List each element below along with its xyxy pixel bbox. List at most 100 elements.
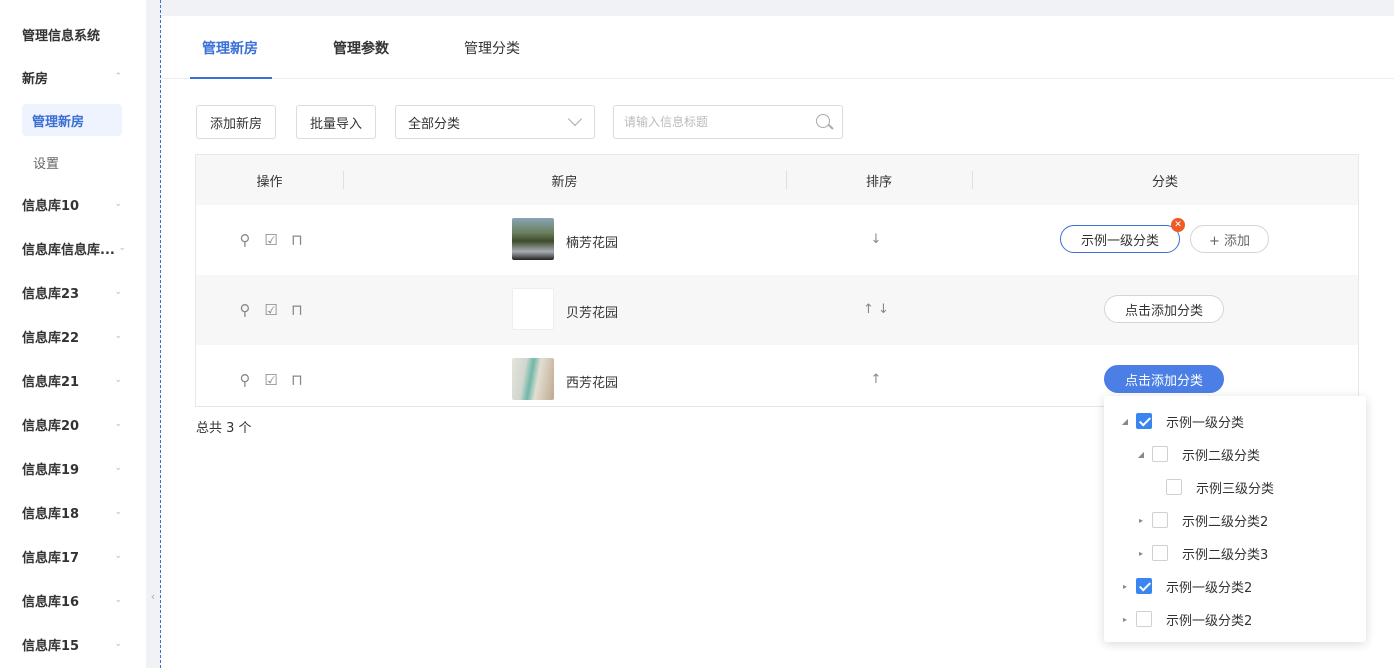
row-actions: ⚲ ☑ ⊓ [236, 371, 306, 389]
total-count: 总共 3 个 [196, 421, 252, 436]
active-tab-indicator [190, 77, 272, 79]
caret-right-icon[interactable]: ▸ [1120, 582, 1130, 591]
sidebar-item-label: 信息库20 [22, 418, 80, 434]
chevron-down-icon: ⌄ [114, 375, 122, 385]
checkbox-icon[interactable] [1152, 512, 1168, 528]
add-new-house-button[interactable]: 添加新房 [196, 105, 276, 139]
sidebar-item-lib20[interactable]: 信息库20 ⌄ [22, 407, 130, 441]
tab-bar: 管理新房 管理参数 管理分类 [161, 16, 1394, 79]
checkbox-icon[interactable] [1152, 446, 1168, 462]
main-panel: 管理新房 管理参数 管理分类 添加新房 批量导入 全部分类 操作 新房 排序 分… [161, 16, 1394, 668]
caret-right-icon[interactable]: ▸ [1120, 615, 1130, 624]
tree-item[interactable]: ▸ 示例一级分类2 [1120, 608, 1252, 630]
tree-item[interactable]: 示例三级分类 [1166, 476, 1274, 498]
chevron-down-icon: ⌄ [114, 287, 122, 297]
sidebar: 管理信息系统 新房 ⌃ 管理新房 设置 信息库10 ⌄ 信息库信息库... ⌄ 信息… [0, 0, 146, 668]
house-thumbnail [512, 218, 554, 260]
caret-right-icon[interactable]: ▸ [1136, 516, 1146, 525]
tab-manage-categories[interactable]: 管理分类 [464, 38, 520, 58]
close-icon[interactable]: ✕ [1171, 218, 1186, 232]
add-category-button[interactable]: + 添加 [1190, 225, 1270, 253]
column-header-actions: 操作 [256, 174, 283, 190]
sidebar-item-lib16[interactable]: 信息库16 ⌄ [22, 583, 130, 617]
sort-arrows[interactable]: ↑ [836, 372, 916, 387]
sidebar-item-lib19[interactable]: 信息库19 ⌄ [22, 451, 130, 485]
sidebar-item-lib22[interactable]: 信息库22 ⌄ [22, 319, 130, 353]
tree-item-label: 示例二级分类3 [1182, 547, 1269, 563]
search-input[interactable] [614, 106, 804, 138]
sort-arrows[interactable]: ↓ [836, 232, 916, 247]
chevron-down-icon: ⌄ [118, 243, 126, 253]
chevron-down-icon: ⌄ [114, 507, 122, 517]
delete-icon[interactable]: ⊓ [288, 371, 306, 389]
edit-icon[interactable]: ☑ [262, 371, 280, 389]
chevron-down-icon: ⌄ [114, 595, 122, 605]
sidebar-item-label: 信息库23 [22, 286, 80, 302]
house-name: 楠芳花园 [566, 236, 619, 251]
tree-item-label: 示例一级分类2 [1166, 613, 1253, 629]
chevron-down-icon: ⌄ [114, 463, 122, 473]
sidebar-item-lib23[interactable]: 信息库23 ⌄ [22, 275, 130, 309]
tree-item[interactable]: ▸ 示例二级分类3 [1136, 542, 1268, 564]
sidebar-item-lib10[interactable]: 信息库10 ⌄ [22, 187, 130, 221]
sidebar-item-manage-new-house[interactable]: 管理新房 [22, 104, 122, 136]
table-header: 操作 新房 排序 分类 [196, 155, 1358, 205]
chevron-up-icon: ⌃ [114, 72, 122, 82]
tab-manage-new-house[interactable]: 管理新房 [202, 38, 258, 58]
click-add-category-button[interactable]: 点击添加分类 [1104, 295, 1225, 323]
sidebar-section-label: 新房 [22, 71, 49, 87]
sidebar-item-settings[interactable]: 设置 [33, 146, 59, 178]
house-table: 操作 新房 排序 分类 ⚲ ☑ ⊓ 楠芳花园 ↓ 示例一级分类 ✕ + 添加 ⚲… [195, 154, 1359, 407]
chevron-down-icon: ⌄ [114, 199, 122, 209]
tree-item-label: 示例三级分类 [1196, 481, 1275, 497]
sidebar-item-lib17[interactable]: 信息库17 ⌄ [22, 539, 130, 573]
checkbox-icon[interactable] [1152, 545, 1168, 561]
house-thumbnail [512, 358, 554, 400]
row-actions: ⚲ ☑ ⊓ [236, 301, 306, 319]
sidebar-section-new-house[interactable]: 新房 ⌃ [22, 60, 130, 94]
collapse-sidebar-icon[interactable]: ‹ [146, 578, 160, 614]
tree-item[interactable]: ◢ 示例一级分类 [1120, 410, 1244, 432]
column-header-sort: 排序 [865, 174, 892, 190]
checkbox-icon[interactable] [1136, 413, 1152, 429]
category-cell: 示例一级分类 ✕ + 添加 [1060, 218, 1270, 253]
category-select-value: 全部分类 [408, 116, 461, 132]
category-cell: 点击添加分类 [1104, 365, 1225, 393]
sidebar-item-lib21[interactable]: 信息库21 ⌄ [22, 363, 130, 397]
category-tag[interactable]: 示例一级分类 ✕ [1060, 218, 1186, 253]
checkbox-icon[interactable] [1136, 611, 1152, 627]
caret-right-icon[interactable]: ▸ [1136, 549, 1146, 558]
edit-icon[interactable]: ☑ [262, 231, 280, 249]
tree-item-label: 示例二级分类 [1182, 448, 1261, 464]
tree-item[interactable]: ▸ 示例一级分类2 [1120, 575, 1252, 597]
checkbox-icon[interactable] [1136, 578, 1152, 594]
click-add-category-button-active[interactable]: 点击添加分类 [1104, 365, 1225, 393]
delete-icon[interactable]: ⊓ [288, 231, 306, 249]
category-select[interactable]: 全部分类 [395, 105, 595, 139]
search-icon[interactable] [816, 114, 830, 128]
edit-icon[interactable]: ☑ [262, 301, 280, 319]
delete-icon[interactable]: ⊓ [288, 301, 306, 319]
chevron-down-icon: ⌄ [114, 331, 122, 341]
search-icon[interactable]: ⚲ [236, 231, 254, 249]
batch-import-button[interactable]: 批量导入 [296, 105, 376, 139]
sort-arrows[interactable]: ↑ ↓ [836, 302, 916, 317]
search-icon[interactable]: ⚲ [236, 371, 254, 389]
caret-down-icon[interactable]: ◢ [1120, 417, 1130, 426]
category-cell: 点击添加分类 [1104, 295, 1225, 323]
chevron-down-icon: ⌄ [114, 419, 122, 429]
house-thumbnail [512, 288, 554, 330]
sidebar-item-lib-long[interactable]: 信息库信息库... ⌄ [22, 231, 130, 265]
sidebar-item-lib18[interactable]: 信息库18 ⌄ [22, 495, 130, 529]
tab-manage-params[interactable]: 管理参数 [333, 38, 389, 58]
checkbox-icon[interactable] [1166, 479, 1182, 495]
sidebar-item-lib15[interactable]: 信息库15 ⌄ [22, 627, 130, 661]
sidebar-item-label: 信息库17 [22, 550, 80, 566]
search-icon[interactable]: ⚲ [236, 301, 254, 319]
tree-item[interactable]: ◢ 示例二级分类 [1136, 443, 1260, 465]
tree-item[interactable]: ▸ 示例二级分类2 [1136, 509, 1268, 531]
sidebar-item-label: 信息库21 [22, 374, 80, 390]
tree-item-label: 示例二级分类2 [1182, 514, 1269, 530]
caret-down-icon[interactable]: ◢ [1136, 450, 1146, 459]
table-row: ⚲ ☑ ⊓ 楠芳花园 ↓ 示例一级分类 ✕ + 添加 [196, 205, 1358, 275]
